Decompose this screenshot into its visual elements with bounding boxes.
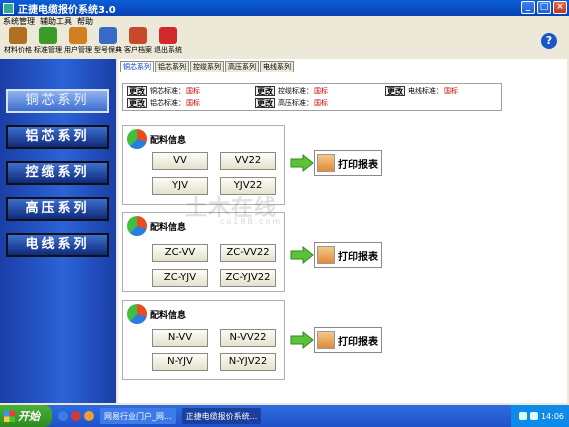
copper-standard-label: 铜芯标准： — [150, 87, 185, 95]
pie-chart-icon — [127, 304, 147, 324]
pie-chart-icon — [127, 216, 147, 236]
product-zc-yjv22-button[interactable]: ZC-YJV22 — [220, 269, 276, 287]
change-copper-standard-button[interactable]: 更改 — [127, 86, 147, 96]
change-control-standard-button[interactable]: 更改 — [255, 86, 275, 96]
tab-bar: 铜芯系列 铝芯系列 控缆系列 高压系列 电线系列 — [120, 61, 295, 72]
title-bar: 正捷电缆报价系统3.0 _ □ × — [0, 0, 569, 16]
panel-title: 配料信息 — [150, 222, 187, 233]
highvoltage-standard-value: 国标 — [314, 99, 328, 107]
arrow-right-icon — [290, 154, 314, 172]
aluminum-standard-value: 国标 — [186, 99, 200, 107]
control-standard-value: 国标 — [314, 87, 328, 95]
control-standard-label: 控缆标准： — [278, 87, 313, 95]
report-icon — [317, 246, 335, 264]
folder-icon — [129, 27, 147, 44]
print-report-button-1[interactable]: 打印报表 — [314, 150, 382, 176]
arrow-right-icon — [290, 331, 314, 349]
watermark-sub: co188.com — [220, 217, 283, 226]
standards-box: 更改 铜芯标准： 国标 更改 控缆标准： 国标 更改 电线标准： 国标 更改 铝… — [122, 83, 502, 111]
tray-icon[interactable] — [518, 412, 527, 420]
product-n-vv22-button[interactable]: N-VV22 — [220, 329, 276, 347]
exit-button[interactable]: 退出系统 — [153, 27, 183, 57]
sidebar-item-highvoltage[interactable]: 高压系列 — [6, 197, 109, 221]
product-vv-button[interactable]: VV — [152, 152, 208, 170]
product-vv22-button[interactable]: VV22 — [220, 152, 276, 170]
minimize-button[interactable]: _ — [521, 1, 535, 14]
print-report-button-2[interactable]: 打印报表 — [314, 242, 382, 268]
scissors-icon — [9, 27, 27, 44]
power-icon — [159, 27, 177, 44]
panel-title: 配料信息 — [150, 310, 187, 321]
media-icon[interactable] — [71, 411, 81, 421]
change-aluminum-standard-button[interactable]: 更改 — [127, 98, 147, 108]
tab-control[interactable]: 控缆系列 — [190, 61, 224, 72]
change-wire-standard-button[interactable]: 更改 — [385, 86, 405, 96]
customer-file-button[interactable]: 客户档案 — [123, 27, 153, 57]
browser-icon[interactable] — [58, 411, 68, 421]
quick-launch — [58, 411, 94, 421]
tab-highvoltage[interactable]: 高压系列 — [225, 61, 259, 72]
report-icon — [317, 331, 335, 349]
wire-standard-label: 电线标准： — [408, 87, 443, 95]
sidebar-item-aluminum[interactable]: 铝芯系列 — [6, 125, 109, 149]
print-report-button-3[interactable]: 打印报表 — [314, 327, 382, 353]
arrow-right-icon — [290, 246, 314, 264]
menu-bar: 系统管理 辅助工具 帮助 — [0, 16, 569, 27]
model-dict-button[interactable]: 型号保典 — [93, 27, 123, 57]
standard-manage-button[interactable]: 标准管理 — [33, 27, 63, 57]
material-price-button[interactable]: 材料价格 — [3, 27, 33, 57]
tab-aluminum[interactable]: 铝芯系列 — [155, 61, 189, 72]
panel-title: 配料信息 — [150, 135, 187, 146]
pie-chart-icon — [127, 129, 147, 149]
highvoltage-standard-label: 高压标准： — [278, 99, 313, 107]
copper-standard-value: 国标 — [186, 87, 200, 95]
sidebar-item-wire[interactable]: 电线系列 — [6, 233, 109, 257]
tab-copper[interactable]: 铜芯系列 — [120, 61, 154, 72]
menu-help[interactable]: 帮助 — [77, 16, 93, 27]
toolbar: 材料价格 标准管理 用户管理 型号保典 客户档案 退出系统 — [0, 27, 569, 57]
product-zc-yjv-button[interactable]: ZC-YJV — [152, 269, 208, 287]
users-icon — [69, 27, 87, 44]
product-zc-vv-button[interactable]: ZC-VV — [152, 244, 208, 262]
product-n-yjv-button[interactable]: N-YJV — [152, 353, 208, 371]
taskbar-item-quote-system[interactable]: 正捷电缆报价系统... — [181, 408, 262, 424]
start-button[interactable]: 开始 — [0, 405, 52, 427]
report-icon — [317, 154, 335, 172]
product-n-vv-button[interactable]: N-VV — [152, 329, 208, 347]
tab-wire[interactable]: 电线系列 — [260, 61, 294, 72]
taskbar: 开始 网易行业门户_网... 正捷电缆报价系统... 14:06 — [0, 405, 569, 427]
windows-logo-icon — [4, 410, 15, 422]
product-n-yjv22-button[interactable]: N-YJV22 — [220, 353, 276, 371]
product-zc-vv22-button[interactable]: ZC-VV22 — [220, 244, 276, 262]
material-panel-3: 配料信息 N-VV N-VV22 N-YJV N-YJV22 — [122, 300, 285, 380]
app-icon — [3, 2, 14, 14]
magnifier-icon — [99, 27, 117, 44]
help-icon[interactable]: ? — [541, 33, 557, 49]
menu-system[interactable]: 系统管理 — [3, 16, 35, 27]
close-button[interactable]: × — [553, 1, 567, 14]
change-highvoltage-standard-button[interactable]: 更改 — [255, 98, 275, 108]
system-tray: 14:06 — [511, 405, 569, 427]
maximize-button[interactable]: □ — [537, 1, 551, 14]
taskbar-item-browser[interactable]: 网易行业门户_网... — [100, 408, 176, 424]
clock: 14:06 — [540, 411, 564, 421]
sidebar-item-control[interactable]: 控缆系列 — [6, 161, 109, 185]
window-title: 正捷电缆报价系统3.0 — [18, 4, 116, 16]
user-manage-button[interactable]: 用户管理 — [63, 27, 93, 57]
wire-standard-value: 国标 — [444, 87, 458, 95]
app-icon[interactable] — [84, 411, 94, 421]
sidebar: 铜芯系列 铝芯系列 控缆系列 高压系列 电线系列 — [0, 59, 116, 403]
tray-icon[interactable] — [529, 412, 538, 420]
check-icon — [39, 27, 57, 44]
sidebar-item-copper[interactable]: 铜芯系列 — [6, 89, 109, 113]
aluminum-standard-label: 铝芯标准： — [150, 99, 185, 107]
menu-tools[interactable]: 辅助工具 — [40, 16, 72, 27]
main-panel: 铜芯系列 铝芯系列 控缆系列 高压系列 电线系列 更改 铜芯标准： 国标 更改 … — [118, 59, 567, 403]
